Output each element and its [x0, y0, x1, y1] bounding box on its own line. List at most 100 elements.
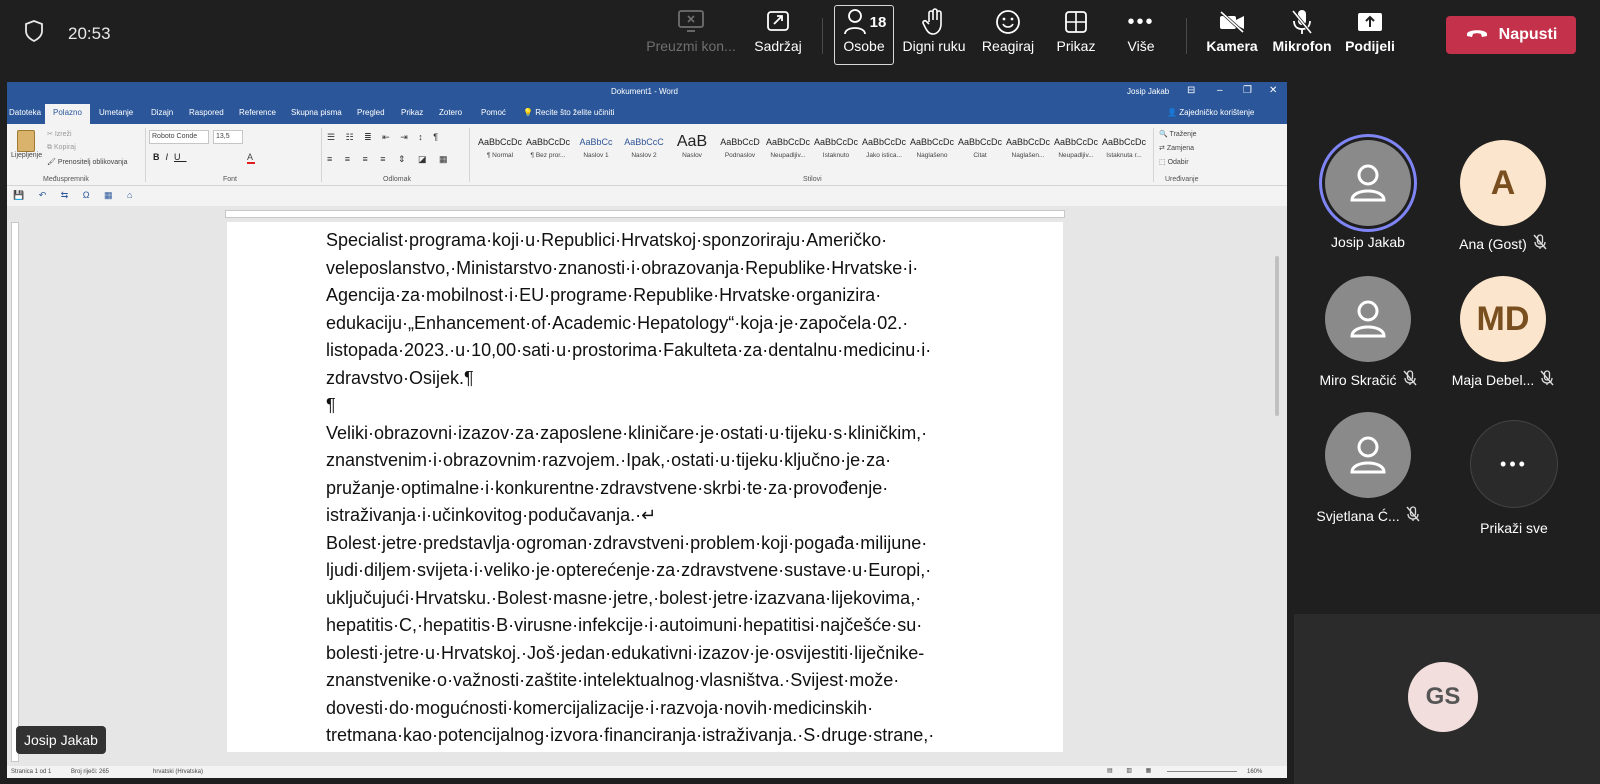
paragraph-group-label: Odlomak	[383, 176, 412, 183]
select-button[interactable]: ⬚ Odabir	[1159, 158, 1189, 166]
style-item[interactable]: AaBbCcDc ¶ Bez pror...	[525, 132, 571, 166]
style-item[interactable]: AaBbCcDc Naglašeno	[909, 132, 955, 166]
italic-icon[interactable]: I	[166, 152, 175, 162]
style-sample: AaBbCc	[579, 137, 613, 147]
font-size-select[interactable]: 13,5	[213, 130, 243, 144]
paste-label: Lijepljenje	[11, 152, 43, 159]
participant-tile[interactable]: Josip Jakab	[1303, 140, 1433, 250]
style-name: Naslov 1	[583, 152, 609, 159]
tab-references[interactable]: Reference	[239, 108, 276, 117]
participant-tile[interactable]: A Ana (Gost)	[1438, 140, 1568, 253]
camera-label: Kamera	[1206, 38, 1258, 54]
zoom-slider[interactable]	[1167, 771, 1237, 772]
tab-mailings[interactable]: Skupna pisma	[291, 108, 342, 117]
copy-button[interactable]: ⧉ Kopiraj	[47, 144, 76, 152]
download-content-button[interactable]: Preuzmi kon...	[646, 6, 736, 66]
tell-me-search[interactable]: 💡 Recite što želite učiniti	[523, 108, 614, 117]
scrollbar-thumb[interactable]	[1275, 256, 1279, 416]
people-label: Osobe	[843, 38, 885, 54]
quick-access-icons[interactable]: 💾 ↶ ⇆ Ω ▦ ⌂	[13, 190, 138, 201]
mic-muted-icon	[1533, 234, 1547, 253]
find-button[interactable]: 🔍 Traženje	[1159, 130, 1197, 138]
style-item[interactable]: AaBbCcDc Istaknuta r...	[1101, 132, 1147, 166]
hand-icon	[921, 6, 947, 38]
tab-insert[interactable]: Umetanje	[99, 108, 133, 117]
horizontal-ruler[interactable]	[225, 210, 1065, 218]
style-item[interactable]: AaB Naslov	[669, 132, 715, 166]
shield-icon[interactable]	[24, 20, 44, 47]
font-name-select[interactable]: Roboto Conde	[149, 130, 209, 144]
vertical-scrollbar[interactable]	[1273, 216, 1281, 756]
view-mode-icons[interactable]: ▤ ▥ ▦	[1107, 767, 1157, 774]
tab-review[interactable]: Pregled	[357, 108, 385, 117]
alignment-buttons[interactable]: ≡ ≡ ≡ ≡ ⇕ ◪ ▦	[327, 154, 453, 165]
person-icon	[1350, 164, 1386, 202]
tab-layout[interactable]: Raspored	[189, 108, 224, 117]
camera-button[interactable]: Kamera	[1202, 6, 1262, 66]
ribbon-display-icon[interactable]: ⊟	[1187, 85, 1195, 96]
tab-view[interactable]: Prikaz	[401, 108, 423, 117]
font-group-label: Font	[223, 176, 238, 183]
raise-hand-button[interactable]: Digni ruku	[900, 6, 968, 66]
list-buttons[interactable]: ☰ ☷ ≣ ⇤ ⇥ ↕ ¶	[327, 132, 442, 143]
paragraph[interactable]: Bolest·jetre·predstavlja·ogroman·zdravst…	[326, 530, 976, 750]
react-button[interactable]: Reagiraj	[978, 6, 1038, 66]
empty-paragraph-mark[interactable]: ¶	[326, 392, 976, 420]
style-sample: AaBbCcDc	[909, 137, 954, 147]
font-format-buttons[interactable]: BIU	[153, 152, 187, 162]
self-video-tile[interactable]: GS	[1294, 614, 1600, 784]
vertical-ruler[interactable]	[11, 222, 19, 762]
style-item[interactable]: AaBbCcDc Neupadljiv...	[765, 132, 811, 166]
language-indicator[interactable]: hrvatski (Hrvatska)	[153, 769, 203, 775]
participant-tile[interactable]: MD Maja Debel...	[1438, 276, 1568, 389]
share-document-button[interactable]: 👤 Zajedničko korištenje	[1167, 108, 1254, 117]
style-item[interactable]: AaBbCcC Naslov 2	[621, 132, 667, 166]
paste-button[interactable]: Lijepljenje	[11, 130, 43, 159]
cut-label: Izreži	[54, 131, 72, 138]
tab-design[interactable]: Dizajn	[151, 108, 173, 117]
clipboard-icon	[17, 130, 35, 152]
style-sample: AaBbCcDc	[1101, 137, 1146, 147]
leave-button[interactable]: Napusti	[1446, 16, 1576, 54]
style-name: Neupadljiv...	[770, 152, 806, 159]
underline-icon[interactable]: U	[174, 152, 187, 162]
find-label: Traženje	[1169, 131, 1197, 138]
participant-tile[interactable]: Miro Skračić	[1303, 276, 1433, 389]
close-icon[interactable]: ✕	[1269, 85, 1277, 96]
style-item[interactable]: AaBbCcD Podnaslov	[717, 132, 763, 166]
minimize-icon[interactable]: –	[1217, 85, 1223, 96]
format-painter-button[interactable]: 🖌 Prenositelj oblikovanja	[47, 158, 128, 166]
tab-help[interactable]: Pomoć	[481, 108, 506, 117]
font-color-icon[interactable]: A	[247, 152, 255, 164]
tab-home[interactable]: Polazno	[45, 104, 90, 124]
zoom-level[interactable]: 160%	[1247, 769, 1262, 775]
replace-button[interactable]: ⇄ Zamjena	[1159, 144, 1194, 152]
style-item[interactable]: AaBbCc Naslov 1	[573, 132, 619, 166]
show-all-participants-button[interactable]: •••	[1470, 420, 1558, 508]
participant-tile[interactable]: Svjetlana Ć...	[1303, 412, 1433, 525]
style-item[interactable]: AaBbCcDc ¶ Normal	[477, 132, 523, 166]
style-item[interactable]: AaBbCcDc Jako istica...	[861, 132, 907, 166]
paragraph[interactable]: Specialist·programa·koji·u·Republici·Hrv…	[326, 227, 976, 392]
cut-button[interactable]: ✂ Izreži	[47, 130, 72, 138]
restore-icon[interactable]: ❐	[1243, 85, 1252, 96]
participant-name: Maja Debel...	[1451, 371, 1535, 388]
tab-file[interactable]: Datoteka	[9, 108, 41, 117]
document-body[interactable]: Specialist·programa·koji·u·Republici·Hrv…	[326, 227, 976, 750]
paragraph[interactable]: Veliki·obrazovni·izazov·za·zaposlene·kli…	[326, 420, 976, 530]
document-page[interactable]: Specialist·programa·koji·u·Republici·Hrv…	[227, 222, 1063, 752]
bold-icon[interactable]: B	[153, 152, 166, 162]
style-item[interactable]: AaBbCcDc Neupadljiv...	[1053, 132, 1099, 166]
tell-me-label: Recite što želite učiniti	[535, 108, 615, 117]
microphone-button[interactable]: Mikrofon	[1268, 6, 1336, 66]
content-button[interactable]: Sadržaj	[748, 6, 808, 66]
style-item[interactable]: AaBbCcDc Istaknuto	[813, 132, 859, 166]
people-button[interactable]: 18 Osobe	[834, 5, 894, 65]
style-item[interactable]: AaBbCcDc Naglašen...	[1005, 132, 1051, 166]
tab-zotero[interactable]: Zotero	[439, 108, 462, 117]
people-icon: 18	[842, 6, 886, 38]
style-item[interactable]: AaBbCcDc Citat	[957, 132, 1003, 166]
view-button[interactable]: Prikaz	[1048, 6, 1104, 66]
share-button[interactable]: Podijeli	[1340, 6, 1400, 66]
more-button[interactable]: ••• Više	[1116, 6, 1166, 66]
